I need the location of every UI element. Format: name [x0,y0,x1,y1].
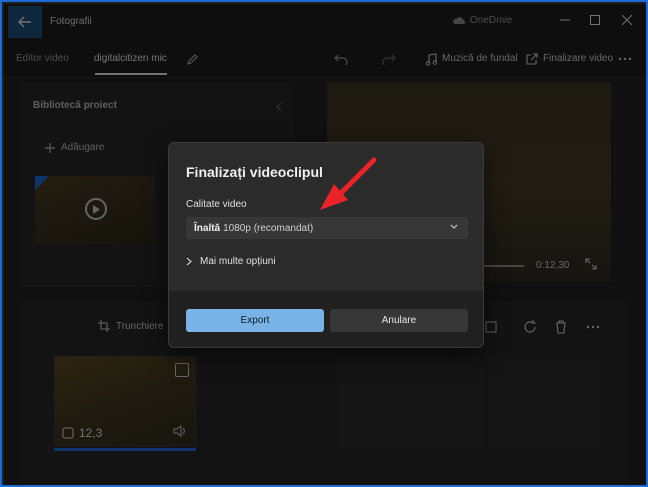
cancel-button[interactable]: Anulare [330,309,468,332]
quality-resolution: 1080p (recomandat) [223,222,314,234]
video-quality-label: Calitate video [186,199,247,210]
chevron-right-icon [186,257,192,266]
red-arrow-annotation [320,157,377,210]
video-quality-dropdown[interactable]: Înaltă 1080p (recomandat) [186,217,468,239]
dialog-title: Finalizați videoclipul [186,164,323,180]
chevron-down-icon [450,224,458,229]
export-button[interactable]: Export [186,309,324,332]
dialog-footer: Export Anulare [169,291,483,347]
quality-level: Înaltă [194,222,221,234]
photos-app-window: Fotografii OneDrive Editor video digital… [0,0,648,487]
more-options-expander[interactable]: Mai multe opțiuni [186,256,276,267]
more-options-label: Mai multe opțiuni [200,256,276,267]
